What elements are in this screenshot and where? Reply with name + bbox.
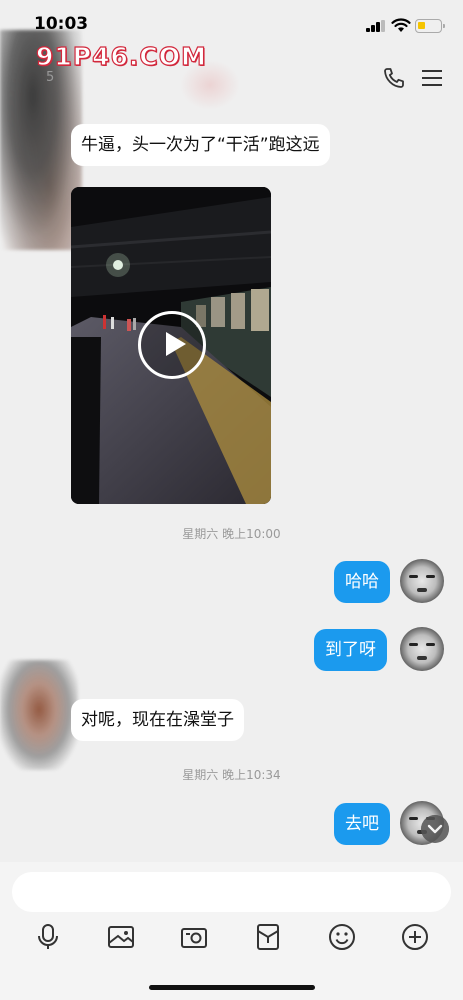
red-packet-icon[interactable]: [253, 922, 283, 952]
camera-icon[interactable]: [179, 922, 209, 952]
contact-name[interactable]: 5: [46, 70, 54, 85]
blurred-avatar: [0, 660, 78, 770]
my-avatar[interactable]: [400, 559, 444, 603]
message-outgoing[interactable]: 到了呀: [314, 629, 387, 671]
play-icon[interactable]: [138, 311, 206, 379]
message-input[interactable]: [12, 872, 451, 912]
image-icon[interactable]: [106, 922, 136, 952]
chevron-down-icon[interactable]: [421, 815, 449, 843]
input-bar: [0, 862, 463, 1000]
wifi-icon: [391, 18, 411, 32]
video-message[interactable]: [71, 187, 271, 504]
message-timestamp: 星期六 晚上10:00: [182, 527, 281, 541]
message-incoming[interactable]: 牛逼，头一次为了“干活”跑这远: [71, 124, 330, 166]
message-outgoing[interactable]: 哈哈: [334, 561, 390, 603]
emoji-icon[interactable]: [327, 922, 357, 952]
phone-icon[interactable]: [382, 66, 406, 90]
home-indicator[interactable]: [149, 985, 315, 990]
message-outgoing[interactable]: 去吧: [334, 803, 390, 845]
plus-icon[interactable]: [400, 922, 430, 952]
signal-icon: [366, 20, 386, 32]
message-timestamp: 星期六 晚上10:34: [182, 768, 281, 782]
my-avatar[interactable]: [400, 627, 444, 671]
message-incoming[interactable]: 对呢，现在在澡堂子: [71, 699, 244, 741]
watermark-logo: 91P46.COM: [35, 41, 207, 71]
mic-icon[interactable]: [33, 922, 63, 952]
battery-icon: [415, 19, 445, 33]
menu-icon[interactable]: [421, 68, 443, 88]
